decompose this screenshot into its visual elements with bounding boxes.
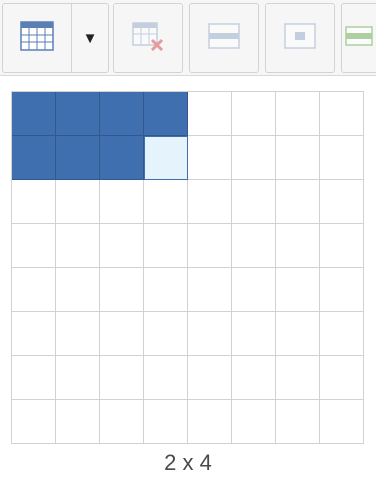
grid-cell[interactable] [188,92,232,136]
grid-cell[interactable] [232,312,276,356]
table-size-picker[interactable] [11,91,364,444]
grid-cell[interactable] [320,312,364,356]
grid-cell[interactable] [144,224,188,268]
grid-cell[interactable] [276,180,320,224]
grid-cell[interactable] [232,268,276,312]
grid-cell[interactable] [276,312,320,356]
grid-cell[interactable] [276,224,320,268]
grid-cell[interactable] [12,268,56,312]
grid-cell[interactable] [232,136,276,180]
grid-cell[interactable] [100,312,144,356]
grid-cell[interactable] [100,136,144,180]
table-button[interactable] [2,3,72,73]
grid-cell[interactable] [320,180,364,224]
grid-cell[interactable] [320,224,364,268]
grid-cell[interactable] [188,180,232,224]
grid-cell[interactable] [232,180,276,224]
grid-cell[interactable] [232,356,276,400]
grid-cell[interactable] [232,224,276,268]
insert-icon [342,21,376,56]
grid-cell[interactable] [188,356,232,400]
grid-cell[interactable] [12,356,56,400]
grid-cell[interactable] [56,356,100,400]
grid-cell[interactable] [188,136,232,180]
grid-cell[interactable] [100,180,144,224]
delete-table-icon [131,21,165,56]
grid-cell[interactable] [276,356,320,400]
grid-cell[interactable] [232,400,276,444]
delete-table-button[interactable] [113,3,183,73]
grid-cell[interactable] [56,400,100,444]
grid-cell[interactable] [276,400,320,444]
grid-cell[interactable] [188,224,232,268]
grid-size-label: 2 x 4 [164,450,212,475]
table-toolbar: ▼ [0,0,376,76]
grid-cell[interactable] [12,400,56,444]
table-dropdown-button[interactable]: ▼ [71,3,109,73]
grid-cell[interactable] [144,268,188,312]
grid-cell[interactable] [100,92,144,136]
grid-cell[interactable] [232,92,276,136]
row-properties-button[interactable] [189,3,259,73]
grid-cell[interactable] [320,136,364,180]
cell-properties-icon [283,21,317,56]
grid-cell[interactable] [144,92,188,136]
grid-cell[interactable] [144,136,188,180]
grid-cell[interactable] [144,180,188,224]
grid-cell[interactable] [188,400,232,444]
table-grid-icon [20,20,54,56]
grid-cell[interactable] [100,268,144,312]
grid-cell[interactable] [320,92,364,136]
grid-cell[interactable] [320,356,364,400]
dropdown-arrow-icon: ▼ [82,29,98,47]
grid-cell[interactable] [100,356,144,400]
grid-cell[interactable] [12,312,56,356]
grid-cell[interactable] [56,92,100,136]
grid-cell[interactable] [100,400,144,444]
grid-cell[interactable] [188,268,232,312]
grid-cell[interactable] [276,268,320,312]
grid-cell[interactable] [56,268,100,312]
grid-cell[interactable] [12,224,56,268]
cell-properties-button[interactable] [265,3,335,73]
row-properties-icon [207,21,241,56]
grid-cell[interactable] [12,136,56,180]
grid-cell[interactable] [56,224,100,268]
grid-cell[interactable] [320,268,364,312]
grid-cell[interactable] [56,136,100,180]
grid-cell[interactable] [144,400,188,444]
grid-cell[interactable] [188,312,232,356]
grid-cell[interactable] [276,136,320,180]
grid-cell[interactable] [56,180,100,224]
grid-cell[interactable] [56,312,100,356]
grid-cell[interactable] [276,92,320,136]
grid-cell[interactable] [144,356,188,400]
grid-cell[interactable] [12,92,56,136]
grid-cell[interactable] [144,312,188,356]
grid-cell[interactable] [100,224,144,268]
grid-cell[interactable] [320,400,364,444]
insert-button[interactable] [341,3,376,73]
grid-cell[interactable] [12,180,56,224]
